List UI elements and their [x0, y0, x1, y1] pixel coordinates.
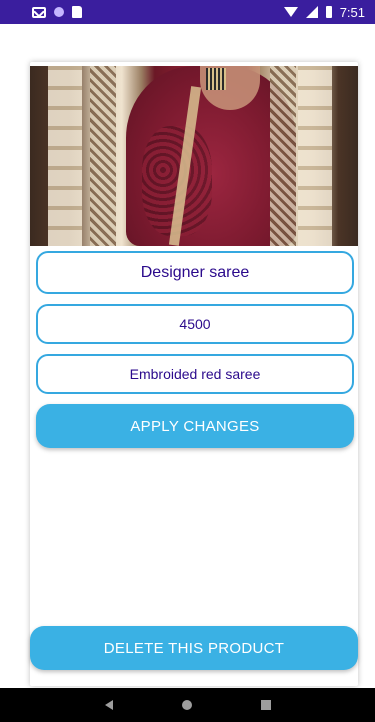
sd-card-icon: [72, 6, 82, 18]
delete-product-button[interactable]: DELETE THIS PRODUCT: [30, 626, 358, 670]
status-time: 7:51: [339, 4, 365, 20]
pillar-decoration: [48, 66, 82, 246]
status-left-icons: [32, 6, 82, 18]
status-bar: 7:51: [0, 0, 375, 24]
wifi-icon: [283, 7, 298, 17]
product-name-input[interactable]: [36, 251, 354, 294]
product-price-input[interactable]: [36, 304, 354, 344]
status-right-icons: 7:51: [283, 4, 365, 20]
product-image: [30, 66, 358, 246]
signal-icon: [305, 6, 318, 18]
apply-changes-button[interactable]: APPLY CHANGES: [36, 404, 354, 448]
recents-icon[interactable]: [260, 700, 271, 710]
circle-icon: [54, 7, 64, 17]
battery-icon: [325, 6, 332, 18]
edit-product-screen: 7:51 APPLY CHANGES DELETE THIS PRODUCT: [0, 0, 375, 722]
home-icon[interactable]: [181, 700, 192, 710]
lattice-decoration: [90, 66, 116, 246]
lattice-decoration: [270, 66, 296, 246]
bangles: [206, 68, 226, 90]
product-description-input[interactable]: [36, 354, 354, 394]
pillar-decoration: [298, 66, 332, 246]
back-icon[interactable]: [104, 700, 113, 710]
gmail-icon: [32, 6, 46, 18]
navigation-bar: [0, 688, 375, 722]
